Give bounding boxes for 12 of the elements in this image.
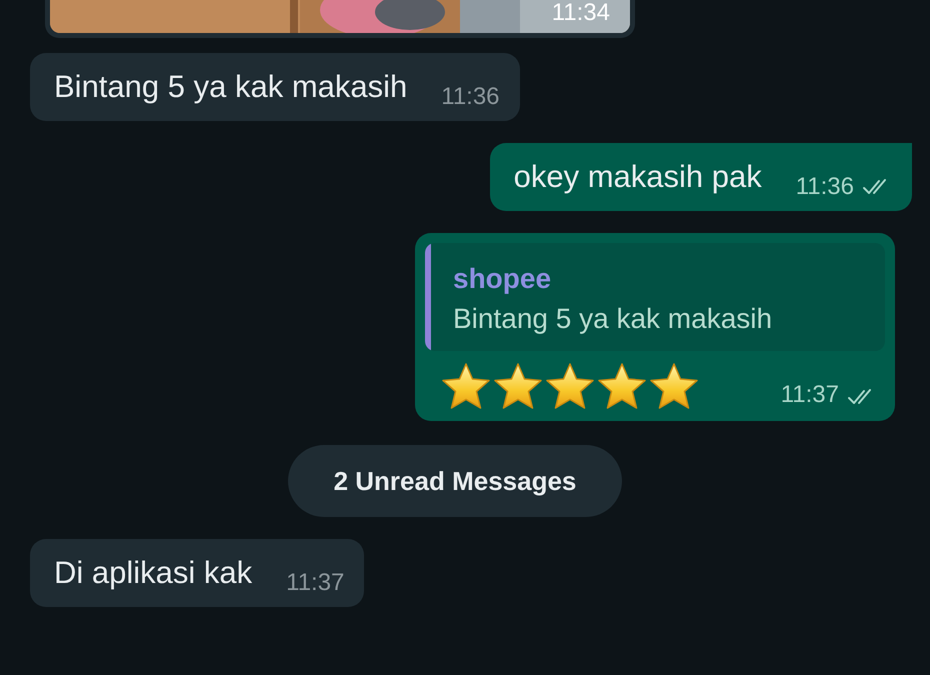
timestamp: 11:36: [796, 175, 854, 199]
timestamp: 11:34: [552, 1, 610, 25]
timestamp: 11:36: [441, 85, 500, 109]
unread-messages-label: 2 Unread Messages: [288, 445, 622, 517]
message-text: Di aplikasi kak: [54, 554, 252, 592]
timestamp: 11:37: [780, 383, 839, 407]
quoted-message[interactable]: shopee Bintang 5 ya kak makasih: [425, 243, 885, 351]
message-text: okey makasih pak: [514, 158, 762, 196]
timestamp: 11:37: [286, 571, 344, 595]
quote-author: shopee: [453, 262, 552, 296]
quote-text: Bintang 5 ya kak makasih: [453, 302, 772, 336]
message-text: Bintang 5 ya kak makasih: [54, 68, 408, 106]
